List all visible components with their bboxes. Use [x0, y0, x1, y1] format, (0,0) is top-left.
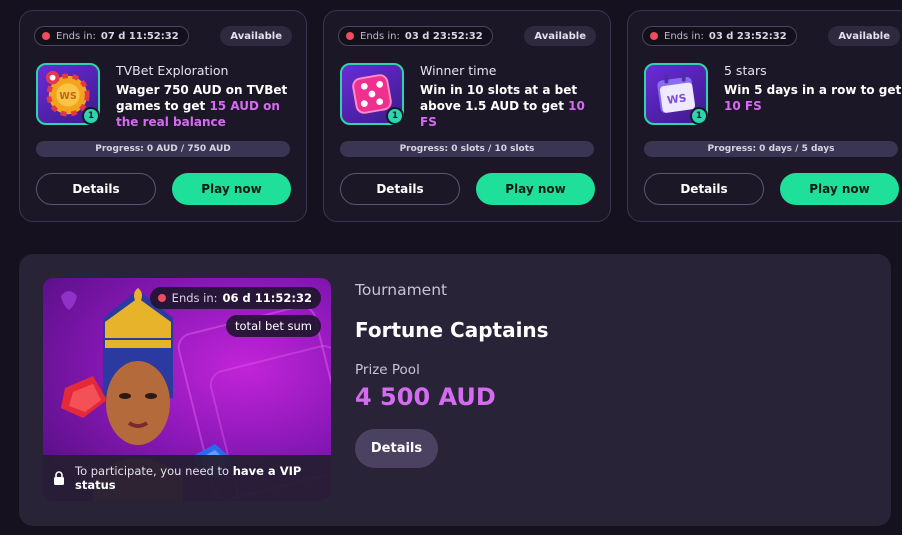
mission-title: 5 stars — [724, 63, 767, 78]
live-dot-icon — [346, 32, 354, 40]
prize-pool-label: Prize Pool — [355, 362, 420, 378]
progress-bar: Progress: 0 days / 5 days — [644, 141, 898, 157]
timer-value: 03 d 23:52:32 — [708, 30, 787, 42]
vip-requirement-note: To participate, you need to have a VIP s… — [43, 455, 331, 501]
status-badge: Available — [524, 26, 596, 46]
mission-reward: 10 FS — [724, 99, 762, 113]
tournament-type-badge: total bet sum — [226, 315, 321, 337]
mission-title: TVBet Exploration — [116, 63, 229, 78]
status-badge: Available — [828, 26, 900, 46]
timer-label: Ends in: — [360, 30, 400, 42]
progress-bar: Progress: 0 slots / 10 slots — [340, 141, 594, 157]
play-now-button[interactable]: Play now — [780, 173, 899, 205]
play-now-button[interactable]: Play now — [172, 173, 291, 205]
mission-card: Ends in: 03 d 23:52:32 Available 1 Winne… — [323, 10, 611, 222]
mission-description: Win 5 days in a row to get 10 FS — [724, 83, 902, 113]
details-button[interactable]: Details — [644, 173, 764, 205]
mission-description: Wager 750 AUD on TVBet games to get 15 A… — [116, 83, 288, 129]
tournament-card: Ends in: 06 d 11:52:32 total bet sum To … — [19, 254, 891, 526]
prize-pool-value: 4 500 AUD — [355, 383, 496, 411]
details-button[interactable]: Details — [36, 173, 156, 205]
play-now-button[interactable]: Play now — [476, 173, 595, 205]
svg-text:WS: WS — [59, 91, 77, 102]
timer-badge: Ends in: 03 d 23:52:32 — [338, 26, 493, 46]
progress-bar: Progress: 0 AUD / 750 AUD — [36, 141, 290, 157]
timer-value: 07 d 11:52:32 — [100, 30, 179, 42]
timer-value: 03 d 23:52:32 — [404, 30, 483, 42]
timer-badge: Ends in: 06 d 11:52:32 — [149, 287, 321, 309]
live-dot-icon — [42, 32, 50, 40]
live-dot-icon — [650, 32, 658, 40]
level-badge: 1 — [82, 107, 100, 125]
timer-label: Ends in: — [664, 30, 704, 42]
missions-row: Ends in: 07 d 11:52:32 Available WS 1 TV… — [19, 10, 902, 222]
live-dot-icon — [157, 294, 166, 302]
level-badge: 1 — [690, 107, 708, 125]
lock-icon — [54, 471, 64, 485]
mission-description: Win in 10 slots at a bet above 1.5 AUD t… — [420, 83, 585, 129]
mission-card: Ends in: 03 d 23:52:32 Available WS 1 5 … — [627, 10, 902, 222]
tournament-banner[interactable]: Ends in: 06 d 11:52:32 total bet sum To … — [43, 278, 331, 501]
timer-badge: Ends in: 03 d 23:52:32 — [642, 26, 797, 46]
timer-badge: Ends in: 07 d 11:52:32 — [34, 26, 189, 46]
timer-label: Ends in: — [171, 291, 218, 305]
vip-note-text: To participate, you need to — [75, 464, 233, 478]
tournament-name: Fortune Captains — [355, 318, 549, 342]
timer-value: 06 d 11:52:32 — [222, 291, 312, 305]
details-button[interactable]: Details — [340, 173, 460, 205]
tournament-category: Tournament — [355, 281, 448, 299]
tournament-details-button[interactable]: Details — [355, 429, 438, 468]
timer-label: Ends in: — [56, 30, 96, 42]
mission-card: Ends in: 07 d 11:52:32 Available WS 1 TV… — [19, 10, 307, 222]
mission-title: Winner time — [420, 63, 497, 78]
status-badge: Available — [220, 26, 292, 46]
level-badge: 1 — [386, 107, 404, 125]
